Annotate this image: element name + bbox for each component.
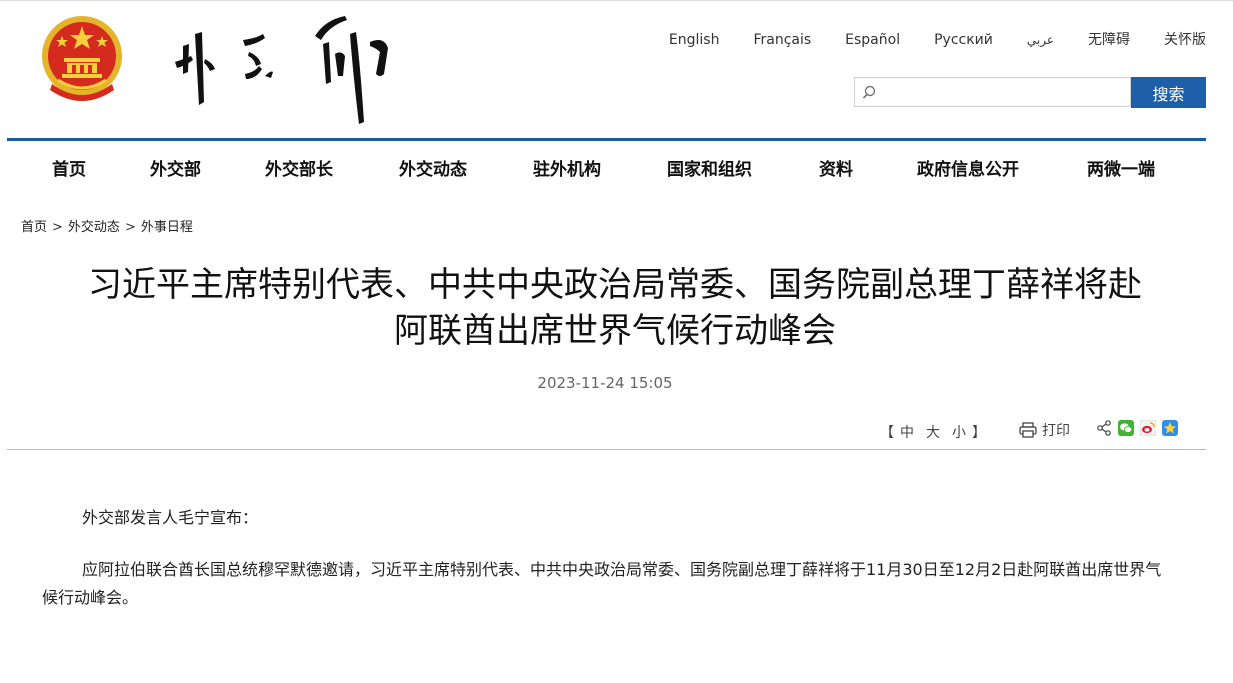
qzone-icon[interactable] (1162, 420, 1178, 436)
lang-russian-link[interactable]: Русский (934, 31, 993, 49)
top-border (0, 0, 1233, 1)
share-icon[interactable] (1096, 420, 1112, 436)
nav-item-social-media[interactable]: 两微一端 (1087, 155, 1155, 180)
article-title-line1: 习近平主席特别代表、中共中央政治局常委、国务院副总理丁薛祥将赴 (88, 265, 1142, 305)
article-paragraph: 应阿拉伯联合酋长国总统穆罕默德邀请，习近平主席特别代表、中共中央政治局常委、国务… (42, 560, 1162, 607)
breadcrumb-home[interactable]: 首页 (21, 220, 47, 235)
main-nav: 首页 外交部 外交部长 外交动态 驻外机构 国家和组织 资料 政府信息公开 两微… (7, 141, 1206, 191)
elder-care-mode-link[interactable]: 关怀版 (1164, 31, 1206, 49)
accessibility-link[interactable]: 无障碍 (1088, 31, 1130, 49)
nav-item-countries-organizations[interactable]: 国家和组织 (667, 155, 752, 180)
font-size-medium[interactable]: 中 (900, 425, 914, 441)
lang-spanish-link[interactable]: Español (845, 31, 900, 49)
bracket-close: 】 (972, 425, 986, 441)
breadcrumb: 首页 > 外交动态 > 外事日程 (21, 216, 193, 235)
bracket-open: 【 (880, 425, 894, 441)
nav-item-resources[interactable]: 资料 (819, 155, 853, 180)
content-divider (7, 449, 1206, 450)
nav-item-diplomatic-news[interactable]: 外交动态 (399, 155, 467, 180)
lang-english-link[interactable]: English (669, 31, 720, 49)
article-tools: 【中大小】 打印 (0, 420, 1233, 442)
ministry-calligraphy-logo[interactable] (165, 14, 400, 129)
search-icon (862, 85, 876, 99)
print-button[interactable]: 打印 (1019, 420, 1070, 440)
article-title: 习近平主席特别代表、中共中央政治局常委、国务院副总理丁薛祥将赴 阿联酋出席世界气… (30, 262, 1200, 354)
nav-item-ministry[interactable]: 外交部 (150, 155, 201, 180)
lang-french-link[interactable]: Français (753, 31, 811, 49)
nav-item-minister[interactable]: 外交部长 (265, 155, 333, 180)
breadcrumb-diplomatic-news[interactable]: 外交动态 (68, 220, 120, 235)
article-title-line2: 阿联酋出席世界气候行动峰会 (394, 311, 836, 351)
article-date: 2023-11-24 15:05 (537, 374, 673, 392)
nav-item-missions-abroad[interactable]: 驻外机构 (533, 155, 601, 180)
breadcrumb-foreign-affairs-schedule[interactable]: 外事日程 (141, 220, 193, 235)
article-paragraph: 外交部发言人毛宁宣布： (82, 508, 259, 527)
breadcrumb-separator: > (124, 220, 136, 235)
search-button[interactable]: 搜索 (1131, 77, 1206, 108)
share-bar (1096, 420, 1178, 436)
print-label: 打印 (1042, 423, 1070, 439)
breadcrumb-separator: > (52, 220, 63, 235)
nav-item-home[interactable]: 首页 (52, 155, 86, 180)
font-size-switcher: 【中大小】 (880, 422, 986, 442)
font-size-small[interactable]: 小 (952, 425, 966, 441)
search-input[interactable] (854, 77, 1131, 107)
national-emblem-icon[interactable] (40, 14, 124, 104)
lang-arabic-link[interactable]: عربي (1027, 31, 1054, 49)
nav-item-government-info[interactable]: 政府信息公开 (917, 155, 1019, 180)
wechat-icon[interactable] (1118, 420, 1134, 436)
article-body: 外交部发言人毛宁宣布： 应阿拉伯联合酋长国总统穆罕默德邀请，习近平主席特别代表、… (42, 504, 1172, 636)
language-switcher: English Français Español Русский عربي 无障… (669, 31, 1206, 49)
font-size-large[interactable]: 大 (926, 425, 940, 441)
weibo-icon[interactable] (1140, 420, 1156, 436)
search-box: 搜索 (854, 77, 1206, 109)
printer-icon (1019, 422, 1037, 438)
